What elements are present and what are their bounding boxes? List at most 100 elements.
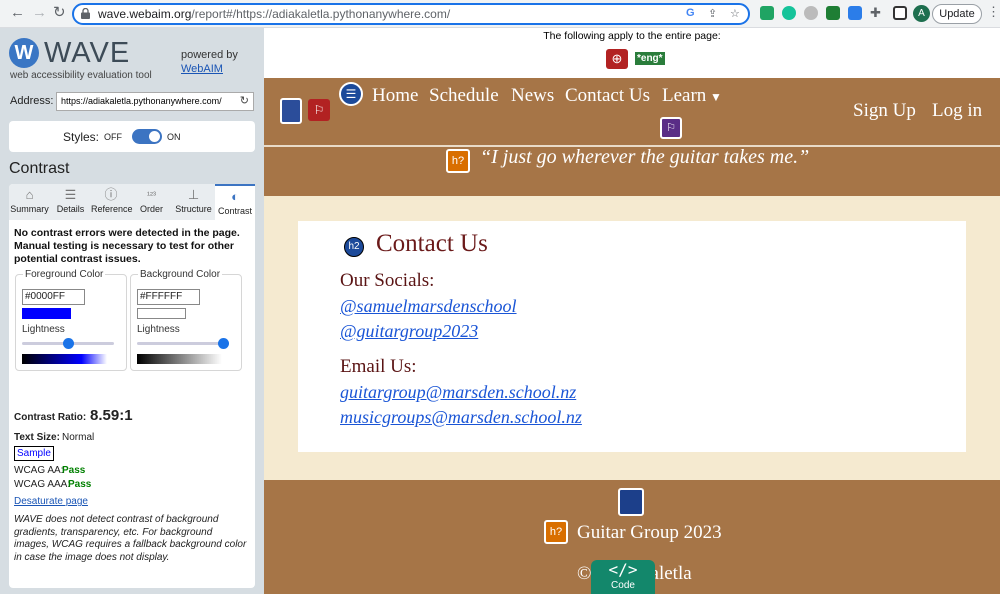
extension-blue-icon[interactable]	[848, 6, 862, 20]
background-lightness-slider[interactable]	[218, 338, 229, 349]
tab-contrast[interactable]: ◐ Contrast	[215, 184, 255, 220]
tab-summary[interactable]: ⌂ Summary	[9, 184, 50, 220]
tab-label: Summary	[10, 204, 49, 214]
text-size-label: Text Size:	[14, 432, 60, 443]
contrast-icon: ◐	[231, 189, 239, 204]
sidepanel-icon[interactable]	[893, 6, 907, 20]
extension-gray-icon[interactable]	[804, 6, 818, 20]
styles-toggle[interactable]	[132, 129, 162, 144]
drive-icon[interactable]	[760, 6, 774, 20]
background-lightness-track	[137, 342, 229, 345]
styles-label: Styles:	[63, 130, 100, 144]
address-bar[interactable]: wave.webaim.org/report#/https://adiakale…	[72, 3, 750, 25]
background-hex-input[interactable]: #FFFFFF	[137, 289, 200, 305]
tab-label: Details	[56, 204, 85, 214]
avatar[interactable]: A	[913, 5, 930, 22]
email-link[interactable]: guitargroup@marsden.school.nz	[340, 382, 576, 403]
site-header: ⚐ ☰ Home Schedule News Contact Us Learn …	[264, 78, 1000, 196]
google-icon[interactable]: G	[686, 7, 695, 19]
badge-text: h2	[348, 241, 360, 252]
star-icon[interactable]: ☆	[730, 7, 740, 20]
structure-icon: ⊥	[187, 187, 200, 202]
address-value: https://adiakaletla.pythonanywhere.com/	[61, 96, 222, 106]
social-link[interactable]: @guitargroup2023	[340, 321, 478, 342]
tab-label: Structure	[175, 204, 212, 214]
foreground-lightness-slider[interactable]	[62, 338, 74, 349]
apply-text: The following apply to the entire page:	[543, 30, 721, 42]
code-button[interactable]: </> Code	[591, 560, 655, 594]
contrast-note: WAVE does not detect contrast of backgro…	[14, 514, 247, 563]
foreground-gradient	[22, 354, 107, 364]
contrast-ratio-value: 8.59:1	[90, 407, 133, 424]
email-link[interactable]: musicgroups@marsden.school.nz	[340, 407, 582, 428]
list-icon: ☰	[64, 187, 77, 202]
wave-logo-text: WAVE	[44, 37, 131, 69]
share-icon[interactable]: ⇪	[708, 7, 717, 20]
styles-off-label: OFF	[104, 132, 122, 142]
forward-icon[interactable]: →	[32, 4, 47, 22]
reload-icon[interactable]: ↻	[53, 4, 66, 22]
lock-icon	[81, 8, 90, 19]
wcag-aaa-label: WCAG AAA:	[14, 479, 71, 490]
chevron-down-icon: ▼	[710, 90, 722, 104]
order-icon: ¹²³	[147, 190, 156, 200]
nav-home[interactable]: Home	[372, 85, 418, 107]
heading-alert-icon[interactable]: h?	[446, 149, 470, 173]
nav-sign-up[interactable]: Sign Up	[853, 100, 916, 122]
update-button[interactable]: Update	[932, 4, 982, 24]
language-badge[interactable]: *eng*	[635, 52, 665, 65]
foreground-hex-input[interactable]: #0000FF	[22, 289, 85, 305]
nav-schedule[interactable]: Schedule	[429, 85, 499, 107]
url-text: wave.webaim.org/report#/https://adiakale…	[98, 7, 450, 21]
social-link[interactable]: @samuelmarsdenschool	[340, 296, 517, 317]
nav-contact-us[interactable]: Contact Us	[565, 85, 650, 107]
refresh-icon[interactable]: ↻	[240, 93, 249, 110]
tab-reference[interactable]: ⓘ Reference	[91, 184, 133, 220]
tab-order[interactable]: ¹²³ Order	[131, 184, 172, 220]
evaluated-page: The following apply to the entire page: …	[264, 28, 1000, 594]
nav-log-in[interactable]: Log in	[932, 100, 982, 122]
tab-label: Order	[139, 204, 163, 214]
badge-text: h?	[451, 155, 465, 167]
back-icon[interactable]: ←	[10, 4, 25, 22]
header-region-icon[interactable]	[280, 98, 302, 124]
link-feature-icon[interactable]: ⚐	[660, 117, 682, 139]
socials-label: Our Socials:	[340, 270, 435, 291]
page-level-bar: The following apply to the entire page: …	[264, 28, 1000, 78]
address-input[interactable]: https://adiakaletla.pythonanywhere.com/ ↻	[56, 92, 254, 111]
tab-details[interactable]: ☰ Details	[50, 184, 91, 220]
list-structure-icon[interactable]: ☰	[339, 82, 363, 106]
background-label: Background Color	[138, 269, 223, 280]
panel-title: Contrast	[9, 160, 70, 177]
contact-heading: Contact Us	[376, 230, 488, 257]
tab-structure[interactable]: ⊥ Structure	[172, 184, 215, 220]
email-label: Email Us:	[340, 356, 417, 377]
desaturate-link[interactable]: Desaturate page	[14, 496, 88, 507]
powered-by: powered by	[181, 49, 238, 61]
foreground-swatch	[22, 308, 71, 319]
foreground-label: Foreground Color	[23, 269, 106, 280]
wave-logo-icon: W	[9, 38, 39, 68]
footer-title: Guitar Group 2023	[577, 522, 722, 543]
background-gradient	[137, 354, 222, 364]
nav-learn[interactable]: Learn	[662, 85, 706, 107]
heading-alert-icon[interactable]: h?	[544, 520, 568, 544]
nav-news[interactable]: News	[511, 85, 554, 107]
menu-icon[interactable]: ⋮	[987, 4, 1000, 20]
puzzle-icon[interactable]: ✚	[870, 4, 881, 22]
grammarly-icon[interactable]	[782, 6, 796, 20]
browser-toolbar: ← → ↻ wave.webaim.org/report#/https://ad…	[0, 0, 1000, 28]
wcag-aa-label: WCAG AA:	[14, 465, 64, 476]
home-icon: ⌂	[25, 187, 34, 202]
footer-region-icon[interactable]	[618, 488, 644, 516]
webaim-link[interactable]: WebAIM	[181, 63, 223, 75]
wave-extension-icon[interactable]	[826, 6, 840, 20]
language-error-icon[interactable]: ⊕	[606, 49, 628, 69]
background-swatch	[137, 308, 186, 319]
tab-label: Reference	[91, 204, 133, 214]
redundant-link-error-icon[interactable]: ⚐	[308, 99, 330, 121]
tab-bar: ⌂ Summary ☰ Details ⓘ Reference ¹²³ Order ⊥ S…	[9, 184, 255, 220]
wcag-aa-result: Pass	[62, 465, 86, 476]
badge-text: h?	[549, 526, 563, 538]
h2-structure-icon[interactable]: h2	[344, 237, 364, 257]
